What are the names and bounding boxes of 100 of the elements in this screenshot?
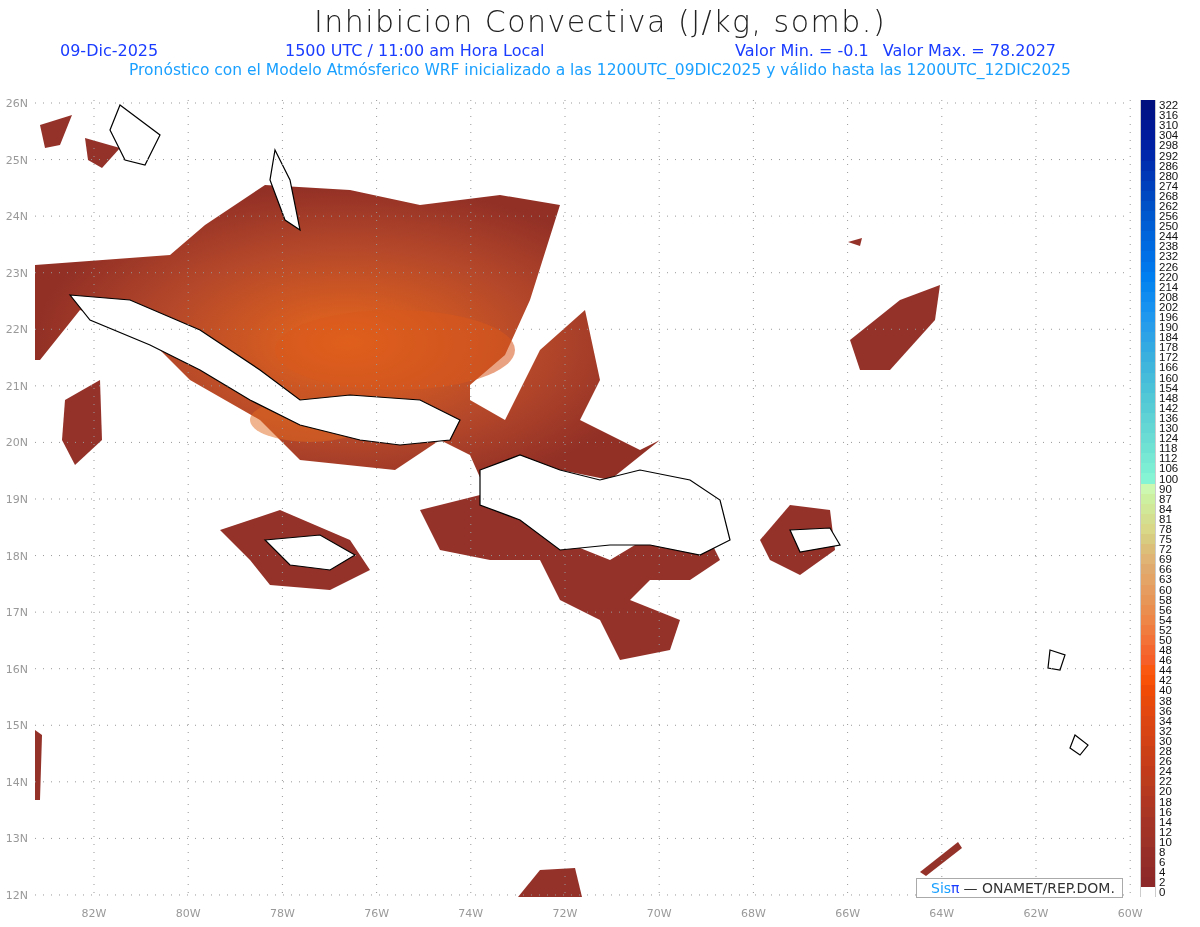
scale-value-label: 118 <box>1159 443 1178 454</box>
latitude-label: 26N <box>5 97 28 110</box>
longitude-label: 66W <box>835 907 861 920</box>
scale-value-label: 220 <box>1159 271 1179 282</box>
scale-value-label: 100 <box>1159 473 1179 484</box>
scale-value-label: 66 <box>1159 564 1172 575</box>
scale-value-label: 238 <box>1159 241 1179 252</box>
scale-value-label: 46 <box>1159 655 1172 666</box>
latitude-label: 21N <box>5 379 28 393</box>
scale-value-label: 72 <box>1159 544 1172 555</box>
scale-value-label: 262 <box>1159 201 1179 211</box>
scale-value-label: 48 <box>1159 645 1172 656</box>
latitude-label: 12N <box>5 889 28 902</box>
scale-value-label: 160 <box>1159 372 1179 383</box>
scale-value-label: 32 <box>1159 725 1172 736</box>
forecast-subtitle: Pronóstico con el Modelo Atmósferico WRF inicializado a las 1200UTC_09DIC2025 y válido hasta las 1200UTC_12DIC2025 <box>129 60 1071 80</box>
scale-value-label: 202 <box>1159 301 1179 312</box>
latitude-label: 19N <box>5 493 28 506</box>
date-label: 09-Dic-2025 <box>60 40 160 60</box>
latitude-label: 22N <box>5 323 28 337</box>
longitude-label: 62W <box>1023 907 1049 920</box>
scale-value-label: 42 <box>1159 675 1172 686</box>
scale-value-label: 54 <box>1159 614 1172 625</box>
scale-value-label: 38 <box>1159 695 1172 706</box>
scale-value-label: 292 <box>1159 150 1179 161</box>
latitude-label: 20N <box>5 436 28 450</box>
scale-value-label: 56 <box>1159 604 1172 615</box>
scale-value-label: 2 <box>1159 877 1166 888</box>
latitude-label: 14N <box>5 775 28 789</box>
scale-value-label: 232 <box>1159 251 1179 262</box>
scale-value-label: 130 <box>1159 423 1179 434</box>
map-title: Inhibicion Convectiva (J/kg, somb.) <box>313 4 887 40</box>
scale-value-label: 75 <box>1159 534 1172 545</box>
scale-value-label: 20 <box>1159 786 1172 797</box>
scale-value-label: 298 <box>1159 140 1179 151</box>
longitude-label: 74W <box>458 907 484 920</box>
longitude-label: 82W <box>81 907 107 920</box>
scale-value-label: 69 <box>1159 554 1172 565</box>
latitude-label: 18N <box>5 549 28 563</box>
scale-value-label: 28 <box>1159 746 1172 757</box>
latitude-label: 15N <box>5 719 28 733</box>
scale-value-label: 30 <box>1159 735 1172 746</box>
scale-value-label: 310 <box>1159 120 1179 131</box>
scale-value-label: 268 <box>1159 190 1179 201</box>
latitude-label: 16N <box>5 662 28 676</box>
scale-value-label: 196 <box>1159 312 1179 322</box>
scale-value-label: 52 <box>1159 624 1172 635</box>
scale-value-label: 280 <box>1159 170 1179 181</box>
scale-value-label: 190 <box>1159 322 1179 333</box>
time-label: 1500 UTC / 11:00 am Hora Local <box>285 40 546 60</box>
brand-text: Sis <box>931 880 952 896</box>
latitude-label: 13N <box>5 832 28 846</box>
scale-value-label: 148 <box>1159 392 1179 403</box>
longitude-label: 78W <box>269 907 295 920</box>
scale-value-label: 10 <box>1159 836 1172 847</box>
scale-value-label: 304 <box>1159 130 1179 141</box>
scale-value-label: 81 <box>1159 513 1172 524</box>
scale-value-label: 60 <box>1159 584 1172 595</box>
scale-value-label: 286 <box>1159 160 1179 171</box>
scale-value-label: 178 <box>1159 342 1179 353</box>
longitude-label: 76W <box>364 907 390 920</box>
scale-value-label: 274 <box>1159 180 1179 191</box>
longitude-label: 80W <box>175 907 201 920</box>
scale-value-label: 16 <box>1159 806 1172 817</box>
scale-value-label: 172 <box>1159 352 1179 363</box>
scale-value-label: 24 <box>1159 766 1172 777</box>
scale-value-label: 14 <box>1159 816 1172 827</box>
scale-value-label: 90 <box>1159 483 1172 494</box>
agency-text: — ONAMET/REP.DOM. <box>963 880 1115 896</box>
scale-value-label: 214 <box>1159 281 1179 292</box>
scale-value-label: 40 <box>1159 685 1172 696</box>
scale-value-label: 112 <box>1159 453 1178 464</box>
latitude-label: 24N <box>5 210 28 224</box>
scale-value-label: 84 <box>1159 503 1172 514</box>
pi-symbol: π <box>951 880 960 896</box>
scale-value-label: 26 <box>1159 756 1172 767</box>
scale-value-label: 250 <box>1159 221 1179 232</box>
scale-value-label: 8 <box>1159 847 1166 857</box>
scale-value-label: 106 <box>1159 463 1179 474</box>
scale-value-label: 78 <box>1159 524 1172 534</box>
max-value-label: Valor Max. = 78.2027 <box>882 40 1056 60</box>
scale-value-label: 34 <box>1159 715 1172 726</box>
scale-value-label: 18 <box>1159 796 1172 807</box>
latitude-label: 23N <box>5 266 28 280</box>
scale-value-label: 136 <box>1159 412 1179 423</box>
scale-value-label: 124 <box>1159 433 1179 444</box>
scale-value-label: 36 <box>1159 705 1172 716</box>
scale-value-label: 154 <box>1159 382 1179 393</box>
latitude-label: 25N <box>5 153 28 167</box>
scale-value-label: 0 <box>1159 887 1166 898</box>
longitude-label: 60W <box>1117 907 1143 920</box>
scale-value-label: 316 <box>1159 110 1179 121</box>
scale-value-label: 44 <box>1159 665 1172 676</box>
scale-value-label: 256 <box>1159 211 1179 222</box>
longitude-label: 68W <box>740 907 766 920</box>
scale-value-label: 226 <box>1159 261 1179 272</box>
scale-value-label: 208 <box>1159 291 1179 302</box>
scale-value-label: 12 <box>1159 826 1172 837</box>
scale-value-label: 166 <box>1159 362 1179 373</box>
scale-value-label: 58 <box>1159 594 1172 605</box>
